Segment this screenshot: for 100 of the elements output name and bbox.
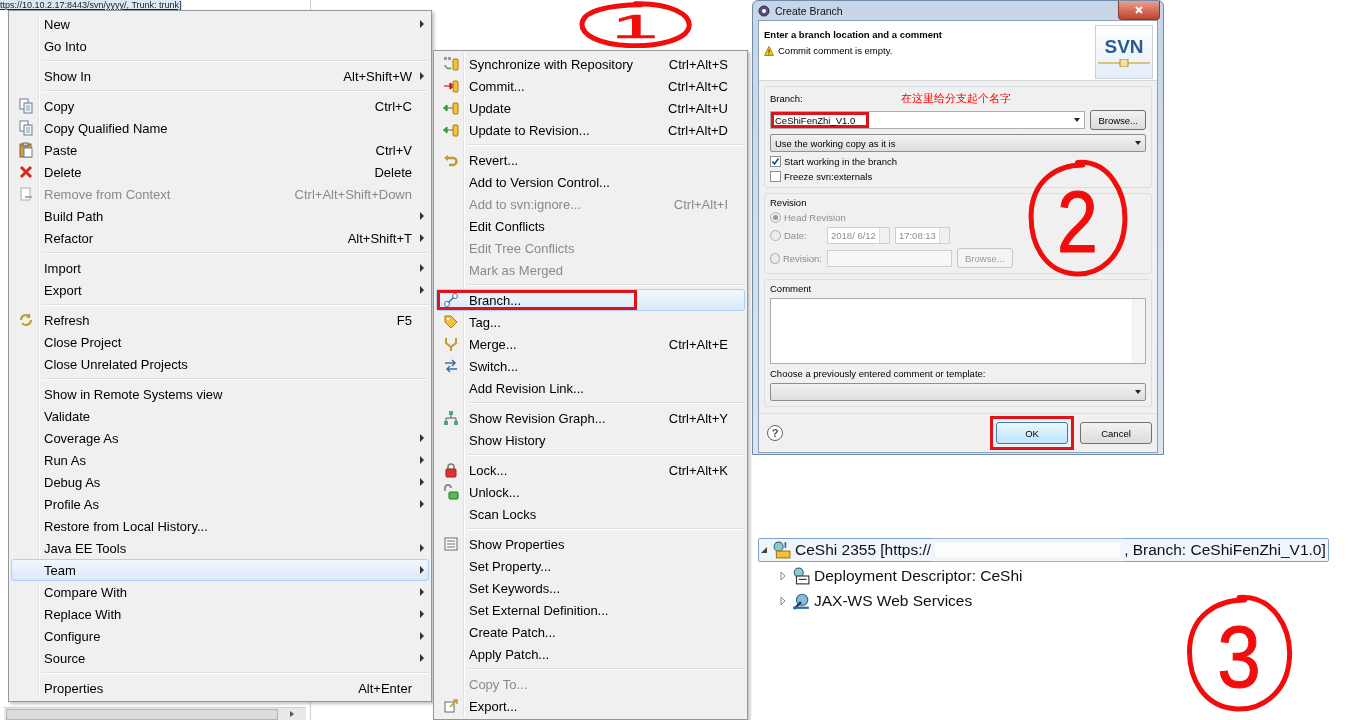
dialog-heading: Enter a branch location and a comment <box>764 29 943 40</box>
menu-item[interactable]: Copy Ctrl+C <box>11 95 429 117</box>
menu-item[interactable]: Configure <box>11 625 429 647</box>
menu-item[interactable]: Export <box>11 279 429 301</box>
menu-item[interactable]: Source <box>11 647 429 669</box>
export-icon <box>443 698 459 714</box>
project-folder-icon <box>773 541 791 559</box>
menu-item[interactable]: Set External Definition... <box>436 599 745 621</box>
group-label: Branch: <box>770 92 803 104</box>
tree-item-label: JAX-WS Web Services <box>814 592 973 610</box>
radio-label: Head Revision <box>784 212 846 223</box>
menu-item[interactable]: Unlock... <box>436 481 745 503</box>
menu-item[interactable]: Replace With <box>11 603 429 625</box>
update-arrow-icon <box>443 100 459 116</box>
menu-item[interactable]: Show In Alt+Shift+W <box>11 65 429 87</box>
expand-arrow-icon[interactable] <box>778 571 788 581</box>
menu-item[interactable]: Debug As <box>11 471 429 493</box>
project-path-text: ttps://10.10.2.17:8443/svn/yyyy/, Trunk: trunk] <box>0 0 182 10</box>
update-arrow-icon <box>443 122 459 138</box>
menu-item[interactable]: Close Project <box>11 331 429 353</box>
warning-message: Commit comment is empty. <box>778 45 893 56</box>
menu-item[interactable]: Validate <box>11 405 429 427</box>
menu-item[interactable]: Export... <box>436 695 745 717</box>
menu-item[interactable]: Close Unrelated Projects <box>11 353 429 375</box>
menu-item[interactable]: Commit... Ctrl+Alt+C <box>436 75 745 97</box>
branch-combo-field[interactable]: CeShiFenZhi_V1.0 <box>770 111 1086 129</box>
dialog-button[interactable]: OK <box>996 422 1068 444</box>
delete-icon <box>18 164 34 180</box>
comment-field[interactable] <box>770 298 1146 364</box>
checkbox[interactable] <box>770 171 781 182</box>
expand-arrow-icon[interactable] <box>778 596 788 606</box>
menu-item[interactable]: Add to Version Control... <box>436 171 745 193</box>
menu-item[interactable]: Delete Delete <box>11 161 429 183</box>
menu-item[interactable]: Edit Conflicts <box>436 215 745 237</box>
menu-item[interactable]: Revert... <box>436 149 745 171</box>
menu-item[interactable]: Import <box>11 257 429 279</box>
menu-item[interactable]: Create Patch... <box>436 621 745 643</box>
checkbox[interactable] <box>770 156 781 167</box>
horizontal-scrollbar[interactable] <box>4 707 306 720</box>
refresh-icon <box>18 312 34 328</box>
documents-icon <box>18 98 34 114</box>
warning-icon <box>764 45 774 56</box>
tree-item-label: CeShi 2355 [https:// <box>795 541 932 559</box>
checkbox-label: Freeze svn:externals <box>784 171 873 182</box>
menu-item[interactable]: Refresh F5 <box>11 309 429 331</box>
menu-item[interactable]: Update Ctrl+Alt+U <box>436 97 745 119</box>
group-label: Comment <box>770 283 813 294</box>
circled-number-annotation: 1 <box>575 1 695 48</box>
menu-item[interactable]: Show in Remote Systems view <box>11 383 429 405</box>
menu-item[interactable]: Merge... Ctrl+Alt+E <box>436 333 745 355</box>
close-icon <box>1134 5 1144 15</box>
menu-item[interactable]: Copy Qualified Name <box>11 117 429 139</box>
tree-item[interactable]: Deployment Descriptor: CeShi <box>758 565 1329 587</box>
menu-item[interactable]: Coverage As <box>11 427 429 449</box>
menu-item[interactable]: Refactor Alt+Shift+T <box>11 227 429 249</box>
menu-item[interactable]: Run As <box>11 449 429 471</box>
menu-item[interactable]: Add Revision Link... <box>436 377 745 399</box>
menu-item[interactable]: Team <box>11 559 429 581</box>
annotation-note: 在这里给分支起个名字 <box>900 92 1011 106</box>
menu-item[interactable]: Update to Revision... Ctrl+Alt+D <box>436 119 745 141</box>
tag-icon <box>443 314 459 330</box>
menu-item[interactable]: Tag... <box>436 311 745 333</box>
menu-item[interactable]: New <box>11 13 429 35</box>
tree-item[interactable]: CeShi 2355 [https:// , Branch: CeShiFenZhi_V1.0] <box>758 538 1329 562</box>
menu-item[interactable]: Set Keywords... <box>436 577 745 599</box>
menu-item[interactable]: Switch... <box>436 355 745 377</box>
close-button[interactable] <box>1118 1 1160 20</box>
menu-item[interactable]: Scan Locks <box>436 503 745 525</box>
group-label: Revision <box>770 197 808 208</box>
browse-button[interactable]: Browse... <box>1090 110 1146 130</box>
dropdown-arrow-icon <box>1074 118 1081 122</box>
menu-item[interactable]: Paste Ctrl+V <box>11 139 429 161</box>
menu-item[interactable]: Set Property... <box>436 555 745 577</box>
menu-item[interactable]: Go Into <box>11 35 429 57</box>
collapse-arrow-icon[interactable] <box>759 545 769 555</box>
menu-item[interactable]: Profile As <box>11 493 429 515</box>
menu-item[interactable]: Apply Patch... <box>436 643 745 665</box>
tree-graph-icon <box>443 410 459 426</box>
menu-item[interactable]: Java EE Tools <box>11 537 429 559</box>
help-button[interactable]: ? <box>767 425 783 441</box>
sync-icon <box>443 56 459 72</box>
clipboard-icon <box>18 142 34 158</box>
menu-item[interactable]: Show History <box>436 429 745 451</box>
menu-item[interactable]: Properties Alt+Enter <box>11 677 429 699</box>
menu-item[interactable]: Lock... Ctrl+Alt+K <box>436 459 745 481</box>
menu-item[interactable]: Show Revision Graph... Ctrl+Alt+Y <box>436 407 745 429</box>
template-dropdown[interactable] <box>770 383 1146 401</box>
menu-item[interactable]: Build Path <box>11 205 429 227</box>
web-services-icon <box>792 592 810 610</box>
menu-item[interactable]: Show Properties <box>436 533 745 555</box>
menu-item[interactable]: Synchronize with Repository Ctrl+Alt+S <box>436 53 745 75</box>
svn-logo: SVN <box>1095 25 1153 79</box>
source-dropdown[interactable]: Use the working copy as it is <box>770 134 1146 152</box>
document-minus-icon <box>18 186 34 202</box>
unlock-icon <box>443 484 459 500</box>
revision-field[interactable] <box>827 249 952 267</box>
menu-item[interactable]: Compare With <box>11 581 429 603</box>
menu-item[interactable]: Branch... <box>436 289 745 311</box>
dialog-button[interactable]: Cancel <box>1080 422 1152 444</box>
menu-item[interactable]: Restore from Local History... <box>11 515 429 537</box>
